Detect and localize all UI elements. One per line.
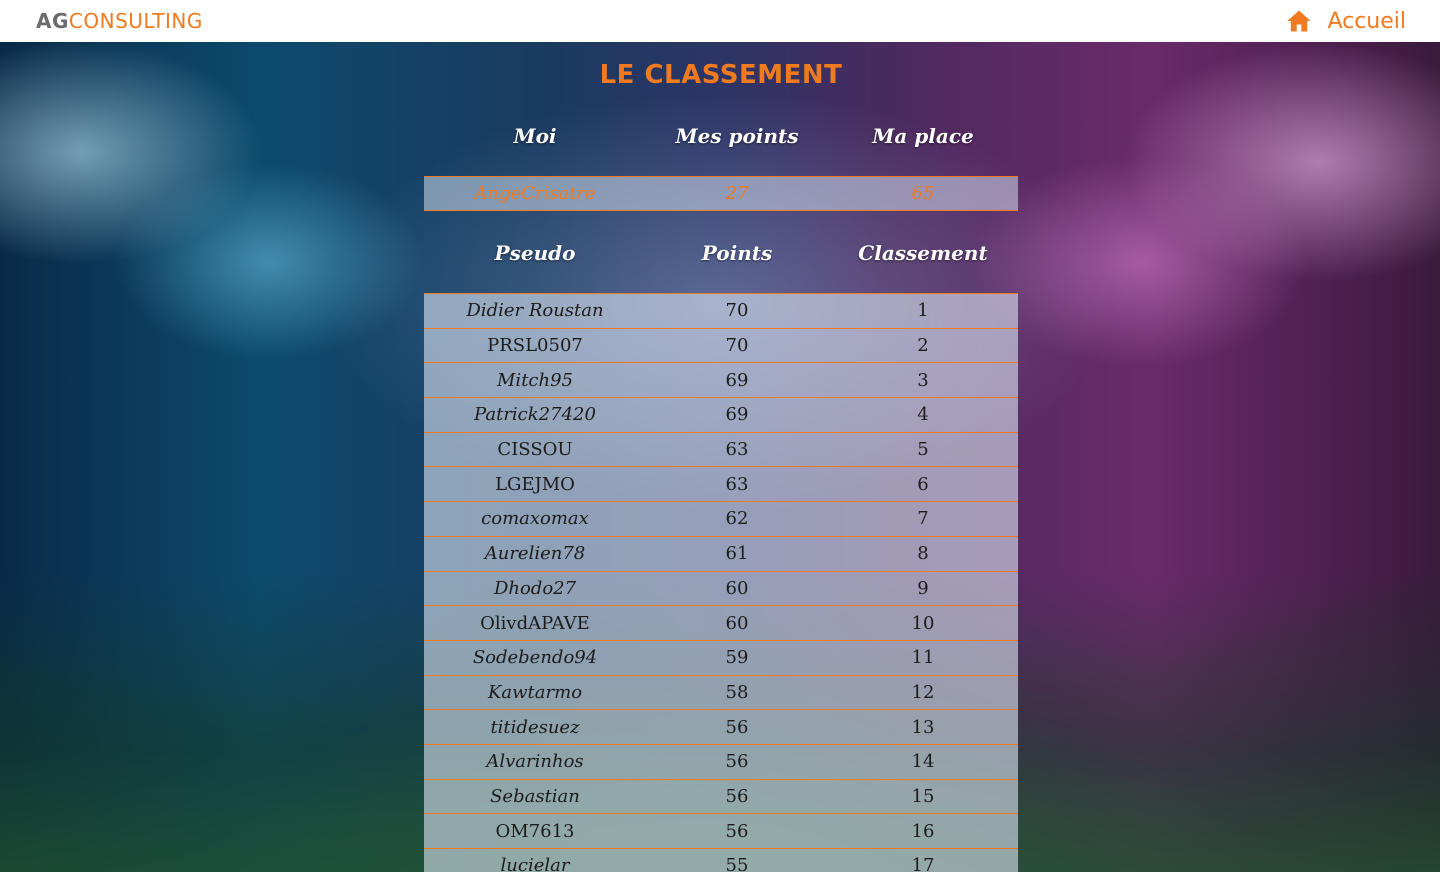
table-row: OlivdAPAVE 60 10 [424, 605, 1018, 640]
stadium-background: LE CLASSEMENT Moi Mes points Ma place An… [0, 42, 1440, 872]
row-rank: 7 [917, 508, 929, 530]
table-row: Didier Roustan 70 1 [424, 293, 1018, 328]
table-row: Mitch95 69 3 [424, 362, 1018, 397]
row-rank: 12 [911, 681, 935, 703]
row-pseudo: Aurelien78 [484, 543, 586, 565]
row-points: 69 [725, 369, 749, 391]
table-row: Dhodo27 60 9 [424, 570, 1018, 606]
row-points: 59 [725, 647, 749, 669]
row-rank: 10 [911, 612, 935, 634]
table-row: titidesuez 56 13 [424, 709, 1018, 744]
my-stats-header-me: Moi [513, 124, 557, 148]
row-points: 56 [725, 716, 749, 738]
table-row: CISSOU 63 5 [424, 431, 1018, 467]
my-pseudo: AngeCrisatre [474, 183, 596, 204]
row-points: 70 [725, 300, 749, 322]
row-pseudo: comaxomax [481, 508, 589, 530]
row-points: 70 [725, 335, 749, 357]
row-pseudo: LGEJMO [495, 473, 575, 495]
row-pseudo: Sebastian [490, 785, 580, 807]
row-rank: 8 [917, 543, 929, 565]
row-pseudo: Sodebendo94 [472, 647, 598, 669]
row-pseudo: Alvarinhos [486, 751, 584, 773]
row-pseudo: Patrick27420 [474, 404, 596, 426]
row-points: 62 [725, 508, 749, 530]
table-row: Aurelien78 61 8 [424, 535, 1018, 571]
row-rank: 16 [911, 820, 935, 842]
row-pseudo: Mitch95 [497, 369, 573, 391]
row-rank: 13 [911, 716, 935, 738]
table-row: Sebastian 56 15 [424, 778, 1018, 814]
table-row: OM7613 56 16 [424, 813, 1018, 848]
row-pseudo: CISSOU [497, 439, 573, 461]
row-points: 63 [725, 473, 749, 495]
ranking-header-pseudo: Pseudo [494, 241, 576, 265]
brand-logo[interactable]: AG CONSULTING [36, 9, 203, 33]
my-stats-header-points: Mes points [675, 124, 799, 148]
ranking-header: Pseudo Points Classement [424, 235, 1018, 271]
table-row: lucielar 55 17 [424, 848, 1018, 872]
row-pseudo: OlivdAPAVE [480, 612, 590, 634]
ranking-header-points: Points [701, 241, 773, 265]
row-rank: 9 [917, 577, 929, 599]
my-points: 27 [725, 183, 749, 204]
leaderboard-panel: LE CLASSEMENT Moi Mes points Ma place An… [424, 42, 1018, 872]
logo-ag-text: AG [36, 9, 69, 33]
row-points: 58 [725, 681, 749, 703]
row-pseudo: Kawtarmo [487, 681, 583, 703]
table-row: LGEJMO 63 6 [424, 466, 1018, 501]
table-row: PRSL0507 70 2 [424, 327, 1018, 363]
row-points: 61 [725, 543, 749, 565]
row-points: 55 [725, 855, 749, 872]
row-rank: 4 [917, 404, 929, 426]
my-stats-header-place: Ma place [872, 124, 974, 148]
page-title: LE CLASSEMENT [599, 60, 843, 90]
row-rank: 5 [917, 439, 929, 461]
row-pseudo: lucielar [500, 855, 570, 872]
table-row: comaxomax 62 7 [424, 501, 1018, 536]
row-rank: 2 [917, 335, 929, 357]
row-pseudo: Dhodo27 [493, 577, 577, 599]
table-row: Alvarinhos 56 14 [424, 743, 1018, 779]
table-row: Sodebendo94 59 11 [424, 639, 1018, 675]
row-points: 56 [725, 820, 749, 842]
my-stats-row: AngeCrisatre 27 65 [424, 176, 1018, 211]
my-place: 65 [911, 183, 935, 204]
table-row: Patrick27420 69 4 [424, 397, 1018, 432]
row-pseudo: Didier Roustan [466, 300, 604, 322]
row-rank: 15 [911, 785, 935, 807]
row-pseudo: titidesuez [490, 716, 580, 738]
row-rank: 1 [917, 300, 929, 322]
row-points: 56 [725, 751, 749, 773]
home-link[interactable]: Accueil [1285, 7, 1406, 35]
row-points: 63 [725, 439, 749, 461]
table-row: Kawtarmo 58 12 [424, 674, 1018, 710]
home-icon [1285, 7, 1313, 35]
row-rank: 3 [917, 369, 929, 391]
row-points: 60 [725, 612, 749, 634]
ranking-table: Didier Roustan 70 1 PRSL0507 70 2 Mitch95 69 3… [424, 293, 1018, 872]
home-link-label: Accueil [1327, 8, 1406, 34]
row-rank: 11 [911, 647, 935, 669]
row-points: 69 [725, 404, 749, 426]
my-stats-header: Moi Mes points Ma place [424, 118, 1018, 154]
row-pseudo: PRSL0507 [487, 335, 583, 357]
top-navbar: AG CONSULTING Accueil [0, 0, 1440, 42]
row-pseudo: OM7613 [495, 820, 575, 842]
logo-consulting-text: CONSULTING [68, 9, 203, 33]
ranking-header-rank: Classement [858, 241, 988, 265]
row-rank: 6 [917, 473, 929, 495]
row-rank: 17 [911, 855, 935, 872]
row-points: 56 [725, 785, 749, 807]
row-rank: 14 [911, 751, 935, 773]
row-points: 60 [725, 577, 749, 599]
